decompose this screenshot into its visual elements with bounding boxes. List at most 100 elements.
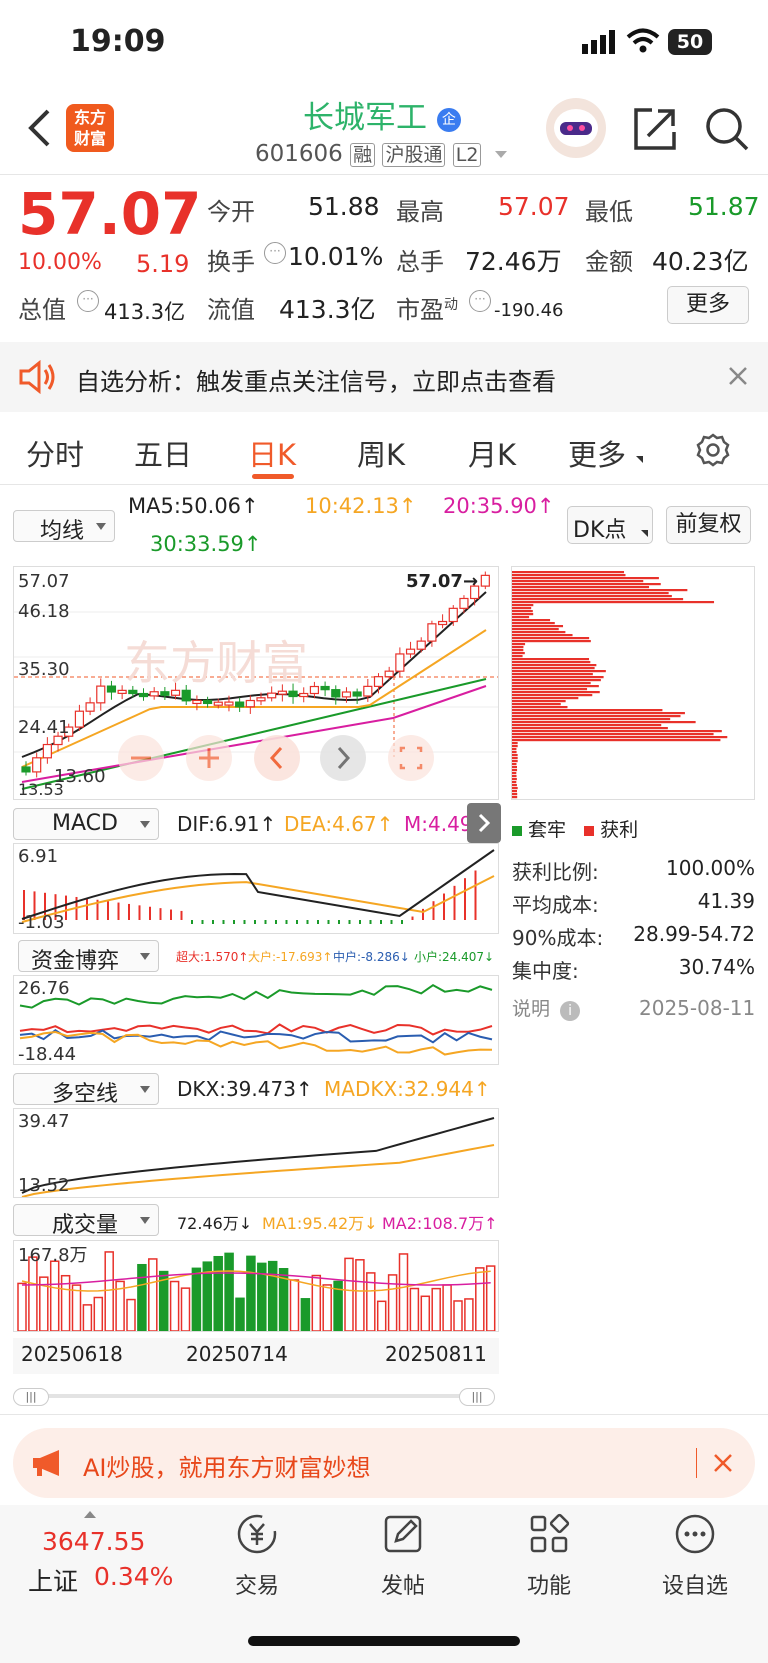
ma10-label: 10:42.13↑: [305, 494, 417, 518]
chip-bar: [512, 574, 626, 577]
chart-left-button[interactable]: [254, 735, 300, 781]
chip-bar: [512, 694, 593, 697]
chip-bar: [512, 664, 597, 667]
volume-bar: [420, 1295, 431, 1331]
settings-gear-icon[interactable]: [695, 432, 731, 472]
chip-date: 2025-08-11: [639, 996, 756, 1020]
volume-bar: [191, 1267, 202, 1331]
chart-fullscreen-button[interactable]: [388, 735, 434, 781]
ai-ad-banner[interactable]: AI炒股，就用东方财富妙想: [13, 1428, 755, 1498]
volume-selector[interactable]: 成交量: [13, 1204, 159, 1238]
chip-bar: [512, 790, 517, 793]
chip-bar: [512, 742, 518, 745]
tab-5day[interactable]: 五日: [134, 432, 192, 474]
turnover-value: 10.01%: [288, 242, 384, 271]
search-icon[interactable]: [704, 106, 750, 156]
chip-bar: [512, 697, 579, 700]
info-dots-icon[interactable]: ···: [77, 290, 99, 312]
chip-bar: [512, 739, 721, 742]
fund-flow-chart[interactable]: 26.76 -18.44: [13, 975, 499, 1065]
candle: [21, 766, 31, 773]
chip-note-label[interactable]: 说明 i: [512, 994, 581, 1021]
tab-weekly-k[interactable]: 周K: [357, 432, 405, 474]
madkx-value: MADKX:32.944↑: [324, 1077, 491, 1101]
kline-y-label-3: 24.41: [18, 717, 70, 738]
fund-super: 超大:1.570↑: [176, 950, 249, 964]
chevron-right-icon[interactable]: [467, 803, 501, 843]
chip-bar: [512, 772, 517, 775]
analysis-banner[interactable]: 自选分析：触发重点关注信号，立即点击查看: [0, 342, 768, 412]
chip-bar: [512, 724, 662, 727]
dkx-selector[interactable]: 多空线: [13, 1073, 159, 1107]
share-icon[interactable]: [632, 106, 678, 156]
dkx-y-top: 39.47: [18, 1111, 70, 1132]
info-dots-icon[interactable]: ···: [264, 242, 286, 264]
nav-post[interactable]: 发帖: [348, 1512, 458, 1600]
range-handle-right[interactable]: |||: [459, 1388, 495, 1406]
dk-point-button[interactable]: DK点: [567, 506, 653, 544]
chip-distribution-chart[interactable]: [511, 566, 755, 800]
kline-y-label-5: 13.53: [18, 780, 64, 799]
nav-add-watchlist[interactable]: 设自选: [640, 1512, 750, 1600]
volume-bar: [398, 1253, 409, 1331]
stock-code-row[interactable]: 601606 融 沪股通 L2: [255, 140, 507, 167]
current-price: 57.07: [18, 180, 202, 248]
macd-selector[interactable]: MACD: [13, 808, 159, 840]
chip-bar: [512, 775, 517, 778]
tab-intraday[interactable]: 分时: [26, 432, 84, 474]
range-handle-left[interactable]: |||: [13, 1388, 49, 1406]
nav-features[interactable]: 功能: [494, 1512, 604, 1600]
chip-bar: [512, 595, 672, 598]
fund-selector[interactable]: 资金博弈: [18, 940, 159, 974]
candle: [213, 701, 223, 706]
candle: [170, 689, 181, 696]
chart-right-button[interactable]: [320, 735, 366, 781]
candle: [320, 685, 330, 691]
tab-more[interactable]: 更多: [568, 432, 626, 474]
chip-bar: [512, 781, 517, 784]
chip-bar: [512, 721, 696, 724]
tab-daily-k[interactable]: 日K: [248, 432, 296, 474]
dkx-chart[interactable]: 39.47 13.52: [13, 1108, 499, 1198]
more-button[interactable]: 更多: [667, 286, 749, 324]
date-axis: 20250618 20250714 20250811: [13, 1338, 499, 1374]
chart-zoom-out-button[interactable]: [118, 735, 164, 781]
volume-bar: [17, 1282, 27, 1331]
chip-bar: [512, 727, 668, 730]
chip-bar: [512, 628, 559, 631]
candle: [267, 692, 277, 699]
chip-bar: [512, 796, 518, 799]
close-icon[interactable]: [713, 1453, 733, 1477]
volume-bar: [148, 1258, 158, 1331]
nav-trade[interactable]: 交易: [202, 1512, 312, 1600]
pe-label: 市盈动: [396, 296, 458, 324]
macd-chart[interactable]: 6.91 -1.03: [13, 843, 499, 934]
adjust-button[interactable]: 前复权: [666, 506, 751, 544]
assistant-robot-icon[interactable]: [546, 98, 606, 158]
candle: [331, 689, 341, 698]
chip-bar: [512, 670, 606, 673]
range-scrollbar[interactable]: ||| |||: [13, 1388, 499, 1406]
ma-selector[interactable]: 均线: [13, 510, 115, 544]
banner-text: 自选分析：触发重点关注信号，立即点击查看: [76, 368, 556, 396]
close-icon[interactable]: [728, 366, 748, 390]
chart-zoom-in-button[interactable]: [186, 735, 232, 781]
candle: [437, 620, 448, 626]
candle: [288, 690, 298, 698]
candle: [480, 574, 490, 587]
volume-chart[interactable]: 167.8万: [13, 1240, 499, 1332]
chip-bar: [512, 610, 533, 613]
volume-bar: [300, 1298, 311, 1331]
fund-big: 大户:-17.693↑: [248, 950, 333, 964]
chip-bar: [512, 754, 518, 757]
tab-monthly-k[interactable]: 月K: [468, 432, 516, 474]
kline-chart[interactable]: 东方财富 57.07 46.18 35.30 24.41 13.60 13.53…: [13, 566, 499, 800]
candle: [341, 691, 352, 698]
chip-bar: [512, 649, 524, 652]
index-value[interactable]: 3647.55: [42, 1527, 145, 1556]
info-dots-icon[interactable]: ···: [469, 290, 491, 312]
chip-bar: [512, 685, 599, 688]
mktcap-value: 413.3亿: [104, 300, 186, 324]
back-icon[interactable]: [26, 108, 52, 152]
amount-value: 40.23亿: [652, 247, 749, 276]
